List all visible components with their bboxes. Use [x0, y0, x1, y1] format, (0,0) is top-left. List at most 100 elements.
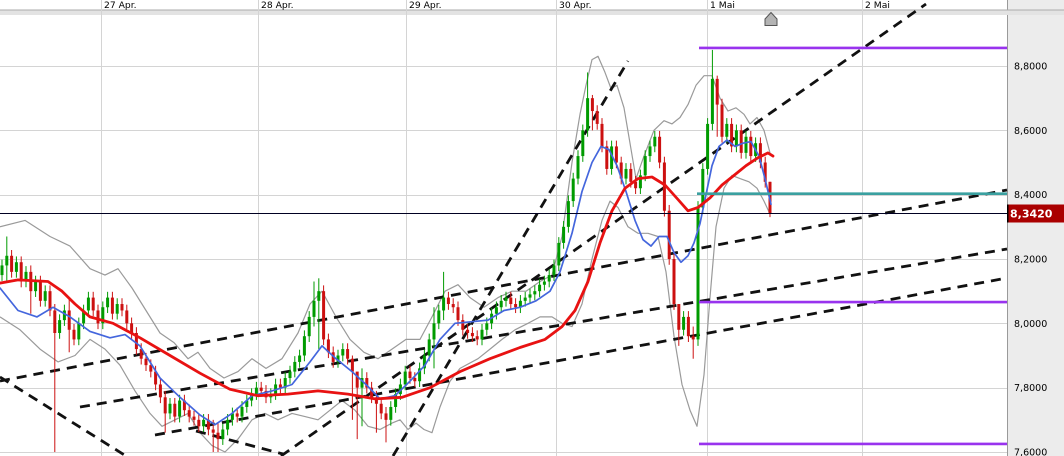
candle-body	[202, 419, 206, 427]
candle-body	[106, 297, 110, 308]
candle-body	[475, 336, 479, 340]
candle-body	[298, 355, 302, 362]
candle-body	[317, 291, 321, 301]
candle-body	[0, 265, 4, 276]
candle-body	[173, 403, 177, 417]
plot-background	[0, 0, 1007, 456]
candle-body	[53, 310, 57, 333]
candle-body	[259, 387, 263, 391]
candle-body	[710, 78, 714, 124]
candle-body	[163, 397, 167, 414]
candle-body	[235, 413, 239, 417]
candle-body	[533, 291, 537, 295]
candle-body	[355, 371, 359, 388]
candle-body	[72, 329, 76, 340]
header-divider-band	[0, 10, 1064, 15]
candle-body	[384, 413, 388, 420]
candle-body	[216, 432, 220, 440]
candle-body	[58, 320, 62, 333]
candle-body	[686, 316, 690, 337]
x-axis-label: 29 Apr.	[409, 0, 442, 11]
y-axis-label: 8,8000	[1014, 62, 1047, 73]
candle-body	[408, 371, 412, 379]
candle-body	[341, 349, 345, 356]
candle-body	[389, 406, 393, 420]
candle-body	[158, 384, 162, 398]
candle-body	[144, 358, 148, 366]
candle-body	[629, 168, 633, 182]
candle-body	[221, 429, 225, 440]
candle-body	[581, 130, 585, 157]
candle-body	[437, 310, 441, 324]
candle-body	[211, 429, 215, 433]
candle-body	[466, 329, 470, 333]
x-axis-label: 27 Apr.	[104, 0, 137, 11]
candle-body	[38, 281, 42, 301]
candle-body	[312, 300, 316, 317]
candle-body	[432, 323, 436, 340]
candle-body	[552, 265, 556, 276]
candle-body	[744, 136, 748, 153]
candle-body	[307, 316, 311, 337]
y-axis-label: 8,2000	[1014, 255, 1047, 266]
candle-body	[528, 294, 532, 298]
candle-body	[571, 178, 575, 202]
candle-body	[451, 304, 455, 308]
candle-body	[739, 130, 743, 153]
candle-body	[562, 226, 566, 243]
candle-body	[192, 416, 196, 420]
x-axis-label: 1 Mai	[710, 0, 735, 11]
candle-body	[485, 323, 489, 330]
candle-body	[34, 281, 38, 292]
candle-body	[120, 304, 124, 311]
candle-body	[293, 361, 297, 372]
candle-body	[682, 316, 686, 330]
candle-body	[240, 406, 244, 417]
candle-body	[586, 98, 590, 131]
y-axis-label: 7,6000	[1014, 448, 1047, 456]
candle-body	[413, 378, 417, 382]
candle-body	[5, 255, 9, 266]
y-axis-label: 7,8000	[1014, 383, 1047, 394]
x-axis-label: 2 Mai	[865, 0, 890, 11]
candle-body	[648, 146, 652, 157]
candle-body	[43, 291, 47, 301]
y-axis-label: 8,6000	[1014, 126, 1047, 137]
candle-body	[538, 284, 542, 292]
chart-canvas: 27 Apr. 28 Apr. 29 Apr. 30 Apr. 1 Mai 2 Mai 8,…	[0, 0, 1064, 456]
candle-body	[350, 358, 354, 372]
candle-body	[125, 310, 129, 324]
candle-body	[461, 320, 465, 330]
current-price-badge-edge	[1007, 204, 1009, 223]
candle-body	[427, 339, 431, 356]
candle-body	[542, 281, 546, 285]
candle-body	[514, 304, 518, 308]
candle-body	[600, 123, 604, 147]
candle-body	[14, 262, 18, 272]
candle-body	[322, 291, 326, 340]
candle-body	[480, 329, 484, 340]
current-price-badge-label: 8,3420	[1010, 208, 1053, 221]
candle-body	[77, 323, 81, 340]
candle-body	[734, 130, 738, 147]
candle-body	[226, 419, 230, 430]
candle-body	[672, 259, 676, 305]
candle-body	[725, 123, 729, 137]
candle-body	[590, 98, 594, 112]
candle-body	[595, 111, 599, 124]
candle-body	[302, 336, 306, 356]
candle-body	[749, 136, 753, 157]
candle-body	[677, 304, 681, 330]
candle-body	[499, 300, 503, 308]
candle-body	[494, 307, 498, 314]
candle-body	[624, 168, 628, 179]
candle-body	[523, 297, 527, 301]
candle-body	[187, 410, 191, 417]
candle-body	[470, 332, 474, 337]
y-axis-label: 8,0000	[1014, 319, 1047, 330]
candle-body	[178, 400, 182, 417]
candle-body	[254, 387, 258, 395]
candle-body	[96, 310, 100, 324]
x-axis-label: 30 Apr.	[559, 0, 592, 11]
candle-body	[115, 304, 119, 314]
